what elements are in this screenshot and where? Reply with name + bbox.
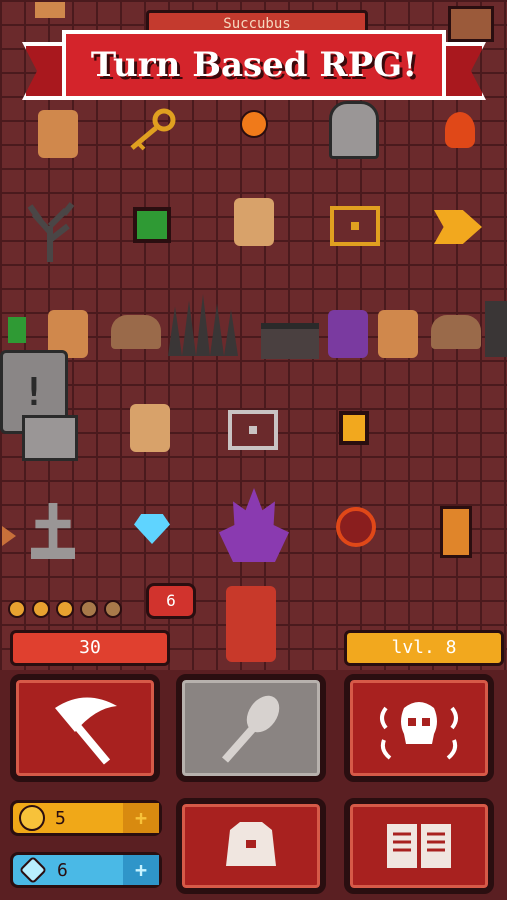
gem-icon bbox=[18, 855, 48, 885]
green-gem-pedestal[interactable] bbox=[128, 196, 176, 254]
villager-sprite-2[interactable] bbox=[378, 310, 418, 358]
bag-icon bbox=[226, 822, 276, 866]
blue-diamond-icon[interactable] bbox=[132, 512, 172, 546]
attack-button[interactable] bbox=[10, 674, 160, 782]
banner-title: Turn Based RPG! bbox=[90, 45, 418, 85]
spoon-icon bbox=[222, 695, 280, 763]
alchemy-table-sprite[interactable] bbox=[258, 306, 322, 362]
monk-sprite[interactable] bbox=[234, 198, 274, 246]
wizard-sprite[interactable] bbox=[328, 310, 368, 358]
spike-edge-sprite[interactable] bbox=[484, 300, 507, 358]
ghost-statue-sprite[interactable] bbox=[328, 101, 380, 159]
key-icon[interactable] bbox=[124, 108, 176, 154]
curse-button[interactable] bbox=[344, 674, 494, 782]
inventory-button[interactable] bbox=[176, 798, 326, 894]
magic-button[interactable] bbox=[176, 674, 326, 782]
coin-icon bbox=[19, 805, 45, 831]
orb-icon[interactable] bbox=[238, 108, 270, 140]
add-gold-button[interactable]: + bbox=[123, 803, 159, 833]
spike-cluster-sprite[interactable] bbox=[166, 292, 240, 358]
skull-icon bbox=[380, 702, 458, 760]
health-bar: 30 bbox=[10, 630, 170, 666]
purple-flame-sprite[interactable] bbox=[216, 486, 292, 564]
gold-counter: 5 + bbox=[10, 800, 162, 836]
door-sprite[interactable] bbox=[448, 6, 494, 42]
turn-hearts bbox=[8, 600, 122, 618]
book-icon bbox=[387, 824, 451, 868]
add-gems-button[interactable]: + bbox=[123, 855, 159, 885]
torch-pedestal-sprite[interactable] bbox=[436, 504, 476, 560]
enemy-sprite-top[interactable] bbox=[30, 0, 70, 20]
gold-gem-pedestal[interactable] bbox=[334, 400, 374, 456]
silver-chest[interactable] bbox=[228, 410, 278, 450]
gem-value: 6 bbox=[57, 859, 68, 881]
scythe-icon bbox=[55, 697, 117, 765]
turn-heart-icon bbox=[80, 600, 98, 618]
demon-eye-sprite[interactable] bbox=[330, 500, 382, 554]
goblin-sprite[interactable] bbox=[38, 110, 78, 158]
exclamation-icon: ! bbox=[22, 370, 46, 414]
turn-heart-icon bbox=[56, 600, 74, 618]
gold-arrow-sprite[interactable] bbox=[428, 204, 488, 250]
gold-chest[interactable] bbox=[330, 206, 380, 246]
player-character-sprite[interactable] bbox=[226, 586, 276, 662]
grave-cross-sprite[interactable] bbox=[26, 500, 80, 562]
title-banner: Turn Based RPG! bbox=[22, 30, 486, 100]
turn-heart-icon bbox=[104, 600, 122, 618]
gem-counter: 6 + bbox=[10, 852, 162, 888]
round-counter-badge: 6 bbox=[146, 583, 196, 619]
turn-heart-icon bbox=[8, 600, 26, 618]
stone-block-sprite[interactable] bbox=[22, 414, 78, 462]
left-arrow-marker[interactable] bbox=[0, 522, 18, 550]
gold-value: 5 bbox=[55, 807, 66, 829]
dead-tree-sprite[interactable] bbox=[20, 196, 80, 262]
plant-sprite[interactable] bbox=[4, 310, 30, 350]
level-bar: lvl. 8 bbox=[344, 630, 504, 666]
journal-button[interactable] bbox=[344, 798, 494, 894]
fire-imp-sprite[interactable] bbox=[440, 108, 480, 152]
rock-pile-sprite-2[interactable] bbox=[428, 308, 484, 356]
turn-heart-icon bbox=[32, 600, 50, 618]
rock-pile-sprite[interactable] bbox=[108, 308, 164, 356]
monk-sprite-2[interactable] bbox=[130, 404, 170, 452]
